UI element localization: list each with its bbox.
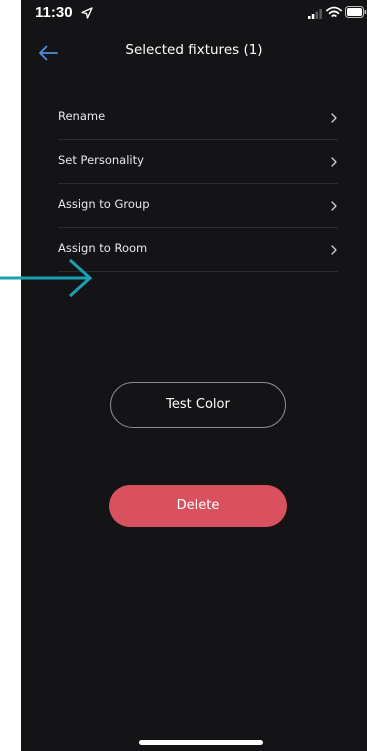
menu-item-label: Set Personality [58,153,144,167]
annotation-arrow-icon [0,258,93,298]
home-indicator [139,740,263,745]
chevron-right-icon [331,201,337,211]
menu-item-set-personality[interactable]: Set Personality [58,140,338,184]
signal-icon [308,9,322,19]
delete-button[interactable]: Delete [109,485,287,527]
menu-item-assign-to-room[interactable]: Assign to Room [58,228,338,272]
test-color-button[interactable]: Test Color [110,382,286,428]
chevron-right-icon [331,245,337,255]
menu-item-label: Assign to Room [58,241,148,255]
status-bar: 11:30 [21,0,367,30]
nav-header: Selected fixtures (1) [21,30,367,74]
page-title: Selected fixtures (1) [125,42,263,58]
chevron-right-icon [331,157,337,167]
fixture-action-menu: Rename Set Personality Assign to Group A… [58,96,338,272]
wifi-icon [326,6,342,17]
phone-screen: 11:30 Selected fixtures (1) Rename Set P… [21,0,367,751]
menu-item-label: Assign to Group [58,197,150,211]
chevron-right-icon [331,113,337,123]
status-time: 11:30 [35,4,73,21]
battery-icon [345,6,367,18]
location-arrow-icon [81,7,93,19]
menu-item-rename[interactable]: Rename [58,96,338,140]
back-arrow-icon[interactable] [37,42,59,64]
menu-item-assign-to-group[interactable]: Assign to Group [58,184,338,228]
menu-item-label: Rename [58,109,106,123]
